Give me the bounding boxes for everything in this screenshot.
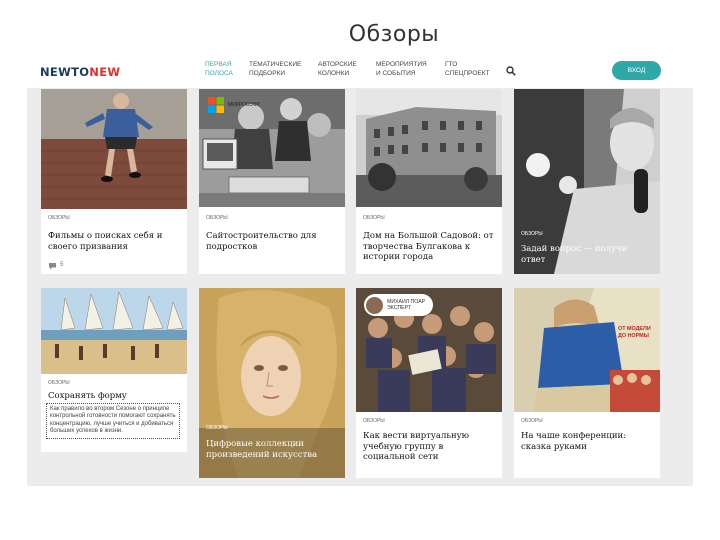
card-category: ОБЗОРЫ xyxy=(363,418,385,424)
nav-item-topics[interactable]: ТЕМАТИЧЕСКИЕ ПОДБОРКИ xyxy=(249,61,301,78)
surreal-beach-painting xyxy=(41,288,187,374)
nav-label-line1: ПЕРВАЯ xyxy=(205,61,232,68)
card-category: ОБЗОРЫ xyxy=(206,425,228,431)
card-title[interactable]: Дом на Большой Садовой: от творчества Бу… xyxy=(363,231,495,263)
historic-building-photo xyxy=(356,89,502,207)
sponsor-label: МИКРОСОФТ xyxy=(228,102,260,108)
microsoft-logo-icon xyxy=(208,97,224,113)
card-title[interactable]: На чаше конференции: сказка руками xyxy=(521,431,653,452)
card-category: ОБЗОРЫ xyxy=(363,215,385,221)
nav-label-line2: КОЛОНКИ xyxy=(318,69,350,77)
card-category: ОБЗОРЫ xyxy=(521,418,543,424)
card-title[interactable]: Задай вопрос — получи ответ xyxy=(521,244,653,265)
article-card[interactable]: ОБЗОРЫ Фильмы о поисках себя и своего пр… xyxy=(41,89,187,274)
card-title[interactable]: Сайтостроительство для подростков xyxy=(206,231,338,252)
soviet-poster-image xyxy=(514,288,660,412)
article-card[interactable]: ОБЗОРЫ Задай вопрос — получи ответ xyxy=(514,89,660,274)
nav-item-special[interactable]: ГТО СПЕЦПРОЕКТ xyxy=(445,61,490,78)
site-logo[interactable]: NEWTONEW xyxy=(40,65,120,79)
login-button[interactable]: ВХОД xyxy=(612,61,661,80)
article-card[interactable]: МИХАИЛ ПОАР ЭКСПЕРТ ОБЗОРЫ Как вести вир… xyxy=(356,288,502,478)
poster-caption: ОТ МОДЕЛИ ДО НОРМЫ xyxy=(618,326,651,339)
card-title[interactable]: Фильмы о поисках себя и своего призвания xyxy=(48,231,180,252)
boy-jumping-photo xyxy=(41,89,187,209)
comment-icon xyxy=(49,263,56,270)
search-icon[interactable] xyxy=(506,66,516,76)
nav-label-line2: ПОЛОСА xyxy=(205,69,233,77)
nav-label-line1: ТЕМАТИЧЕСКИЕ xyxy=(249,61,302,68)
nav-label-line1: ГТО xyxy=(445,61,458,68)
site-header: NEWTONEW ПЕРВАЯ ПОЛОСА ТЕМАТИЧЕСКИЕ ПОДБ… xyxy=(27,54,693,88)
nav-item-columns[interactable]: АВТОРСКИЕ КОЛОНКИ xyxy=(318,61,357,78)
nav-item-front-page[interactable]: ПЕРВАЯ ПОЛОСА xyxy=(205,61,233,78)
card-category: ОБЗОРЫ xyxy=(206,215,228,221)
logo-text-primary: NEWTO xyxy=(40,65,90,79)
article-card[interactable]: ОБЗОРЫ Сохранять форму Как правило во вт… xyxy=(41,288,187,452)
card-category: ОБЗОРЫ xyxy=(521,231,543,237)
card-title[interactable]: Как вести виртуальную учебную группу в с… xyxy=(363,431,495,463)
nav-label-line2: И СОБЫТИЯ xyxy=(376,69,416,77)
logo-text-accent: NEW xyxy=(89,65,121,79)
nav-label-line2: СПЕЦПРОЕКТ xyxy=(445,69,490,77)
article-card[interactable]: МИКРОСОФТ ОБЗОРЫ Сайтостроительство для … xyxy=(199,89,345,274)
avatar xyxy=(366,296,383,314)
nav-item-events[interactable]: МЕРОПРИЯТИЯ И СОБЫТИЯ xyxy=(376,61,427,78)
card-title[interactable]: Сохранять форму xyxy=(48,391,180,402)
author-chip[interactable]: МИХАИЛ ПОАР ЭКСПЕРТ xyxy=(364,294,434,316)
author-role: ЭКСПЕРТ xyxy=(387,305,412,311)
website-screenshot: NEWTONEW ПЕРВАЯ ПОЛОСА ТЕМАТИЧЕСКИЕ ПОДБ… xyxy=(27,54,693,486)
article-card[interactable]: ОБЗОРЫ Цифровые коллекции произведений и… xyxy=(199,288,345,478)
card-lead-text: Как правило во втором Сезоне о принципе … xyxy=(46,403,180,439)
card-title[interactable]: Цифровые коллекции произведений искусств… xyxy=(206,439,338,460)
comment-count: 5 xyxy=(60,262,64,268)
article-card[interactable]: ОБЗОРЫ Дом на Большой Садовой: от творче… xyxy=(356,89,502,274)
nav-label-line1: АВТОРСКИЕ xyxy=(318,61,357,68)
nav-label-line2: ПОДБОРКИ xyxy=(249,69,286,77)
nav-label-line1: МЕРОПРИЯТИЯ xyxy=(376,61,427,68)
slide-title: Обзоры xyxy=(348,22,440,47)
card-category: ОБЗОРЫ xyxy=(48,215,70,221)
card-category: ОБЗОРЫ xyxy=(48,380,70,386)
article-card[interactable]: ОТ МОДЕЛИ ДО НОРМЫ ОБЗОРЫ На чаше конфер… xyxy=(514,288,660,478)
